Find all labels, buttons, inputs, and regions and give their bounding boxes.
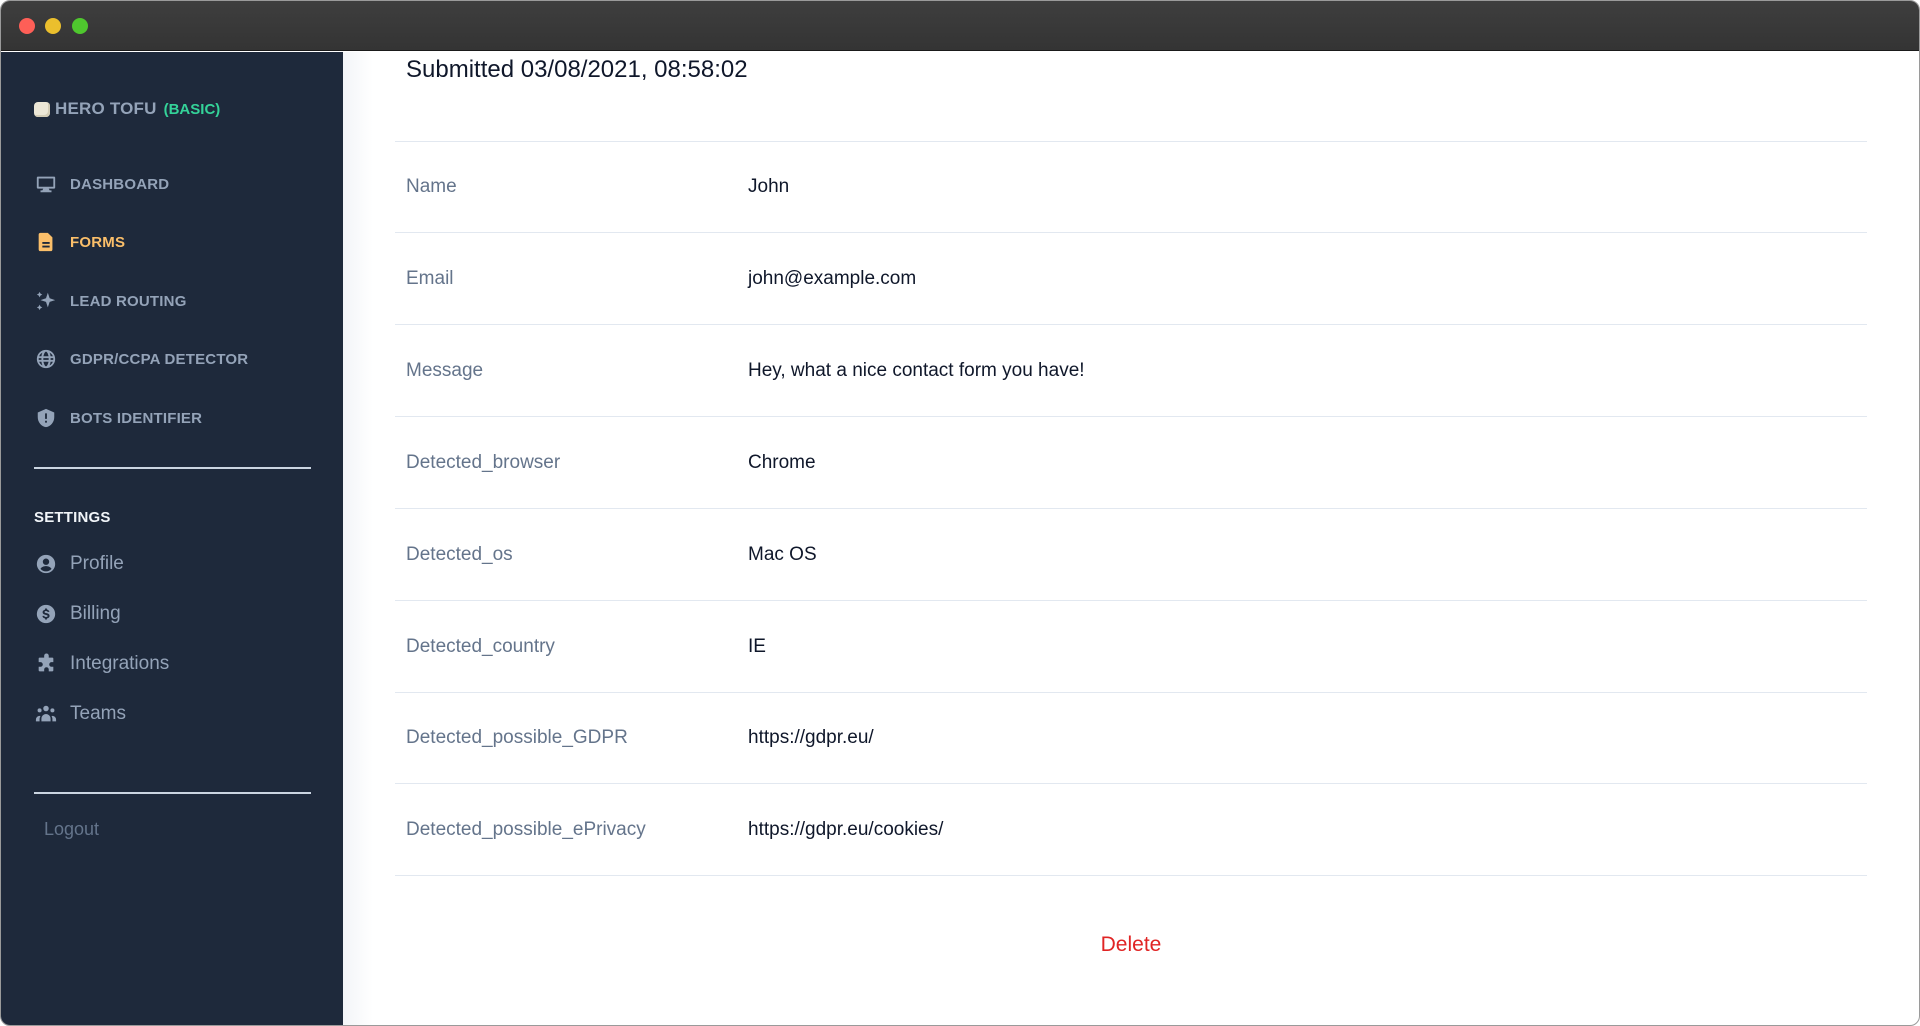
field-label: Detected_os [406,544,513,565]
sidebar-item-profile[interactable]: Profile [34,549,124,579]
sparkles-icon [34,289,58,313]
row-divider [395,232,1867,233]
zoom-window-button[interactable] [72,18,88,34]
field-value: john@example.com [748,268,917,289]
field-value: Chrome [748,452,816,473]
sidebar: HERO TOFU (BASIC) DASHBOARD FORMS LEAD R… [1,52,343,1025]
settings-heading: SETTINGS [34,509,111,526]
sidebar-item-gdpr-ccpa-detector[interactable]: GDPR/CCPA DETECTOR [34,344,248,374]
sidebar-item-label: DASHBOARD [70,175,170,193]
brand-name: HERO TOFU [55,99,157,118]
field-label: Detected_possible_GDPR [406,727,628,748]
sidebar-item-lead-routing[interactable]: LEAD ROUTING [34,286,187,316]
field-label: Email [406,268,454,289]
row-divider [395,141,1867,142]
field-value: Mac OS [748,544,817,565]
field-label: Detected_country [406,636,555,657]
sidebar-divider [34,792,311,794]
field-value: Hey, what a nice contact form you have! [748,360,1085,381]
sidebar-item-teams[interactable]: Teams [34,699,126,729]
row-divider [395,692,1867,693]
sidebar-item-label: Integrations [70,653,170,674]
sidebar-item-label: BOTS IDENTIFIER [70,409,203,427]
window-titlebar [1,1,1919,51]
sidebar-item-bots-identifier[interactable]: BOTS IDENTIFIER [34,403,202,433]
app-window: HERO TOFU (BASIC) DASHBOARD FORMS LEAD R… [0,0,1920,1026]
document-icon [34,230,58,254]
monitor-icon [34,172,58,196]
plan-badge: (BASIC) [163,100,221,118]
page-title: Submitted 03/08/2021, 08:58:02 [406,56,748,83]
tofu-icon [34,101,50,117]
sidebar-item-label: Profile [70,553,124,574]
globe-icon [34,347,58,371]
row-divider [395,508,1867,509]
sidebar-item-label: GDPR/CCPA DETECTOR [70,350,249,368]
shield-exclamation-icon [34,406,58,430]
sidebar-item-dashboard[interactable]: DASHBOARD [34,169,169,199]
sidebar-item-label: Billing [70,603,121,624]
row-divider [395,875,1867,876]
brand-logo[interactable]: HERO TOFU (BASIC) [34,97,220,121]
row-divider [395,324,1867,325]
delete-button[interactable]: Delete [1091,933,1171,957]
field-label: Message [406,360,484,381]
field-label: Name [406,176,457,197]
sidebar-item-label: Teams [70,703,126,724]
sidebar-shadow [343,52,373,1025]
field-value: IE [748,636,766,657]
user-circle-icon [34,552,58,576]
sidebar-divider [34,467,311,469]
user-group-icon [34,702,58,726]
field-value: https://gdpr.eu/cookies/ [748,819,944,840]
row-divider [395,416,1867,417]
logout-link[interactable]: Logout [44,819,99,840]
sidebar-item-label: LEAD ROUTING [70,292,187,310]
close-window-button[interactable] [19,18,35,34]
sidebar-item-label: FORMS [70,233,126,251]
row-divider [395,783,1867,784]
field-value: https://gdpr.eu/ [748,727,874,748]
sidebar-item-forms[interactable]: FORMS [34,227,125,257]
minimize-window-button[interactable] [45,18,61,34]
puzzle-icon [34,652,58,676]
field-label: Detected_possible_ePrivacy [406,819,646,840]
sidebar-item-integrations[interactable]: Integrations [34,649,169,679]
row-divider [395,600,1867,601]
dollar-circle-icon [34,602,58,626]
field-label: Detected_browser [406,452,561,473]
sidebar-item-billing[interactable]: Billing [34,599,121,629]
field-value: John [748,176,790,197]
